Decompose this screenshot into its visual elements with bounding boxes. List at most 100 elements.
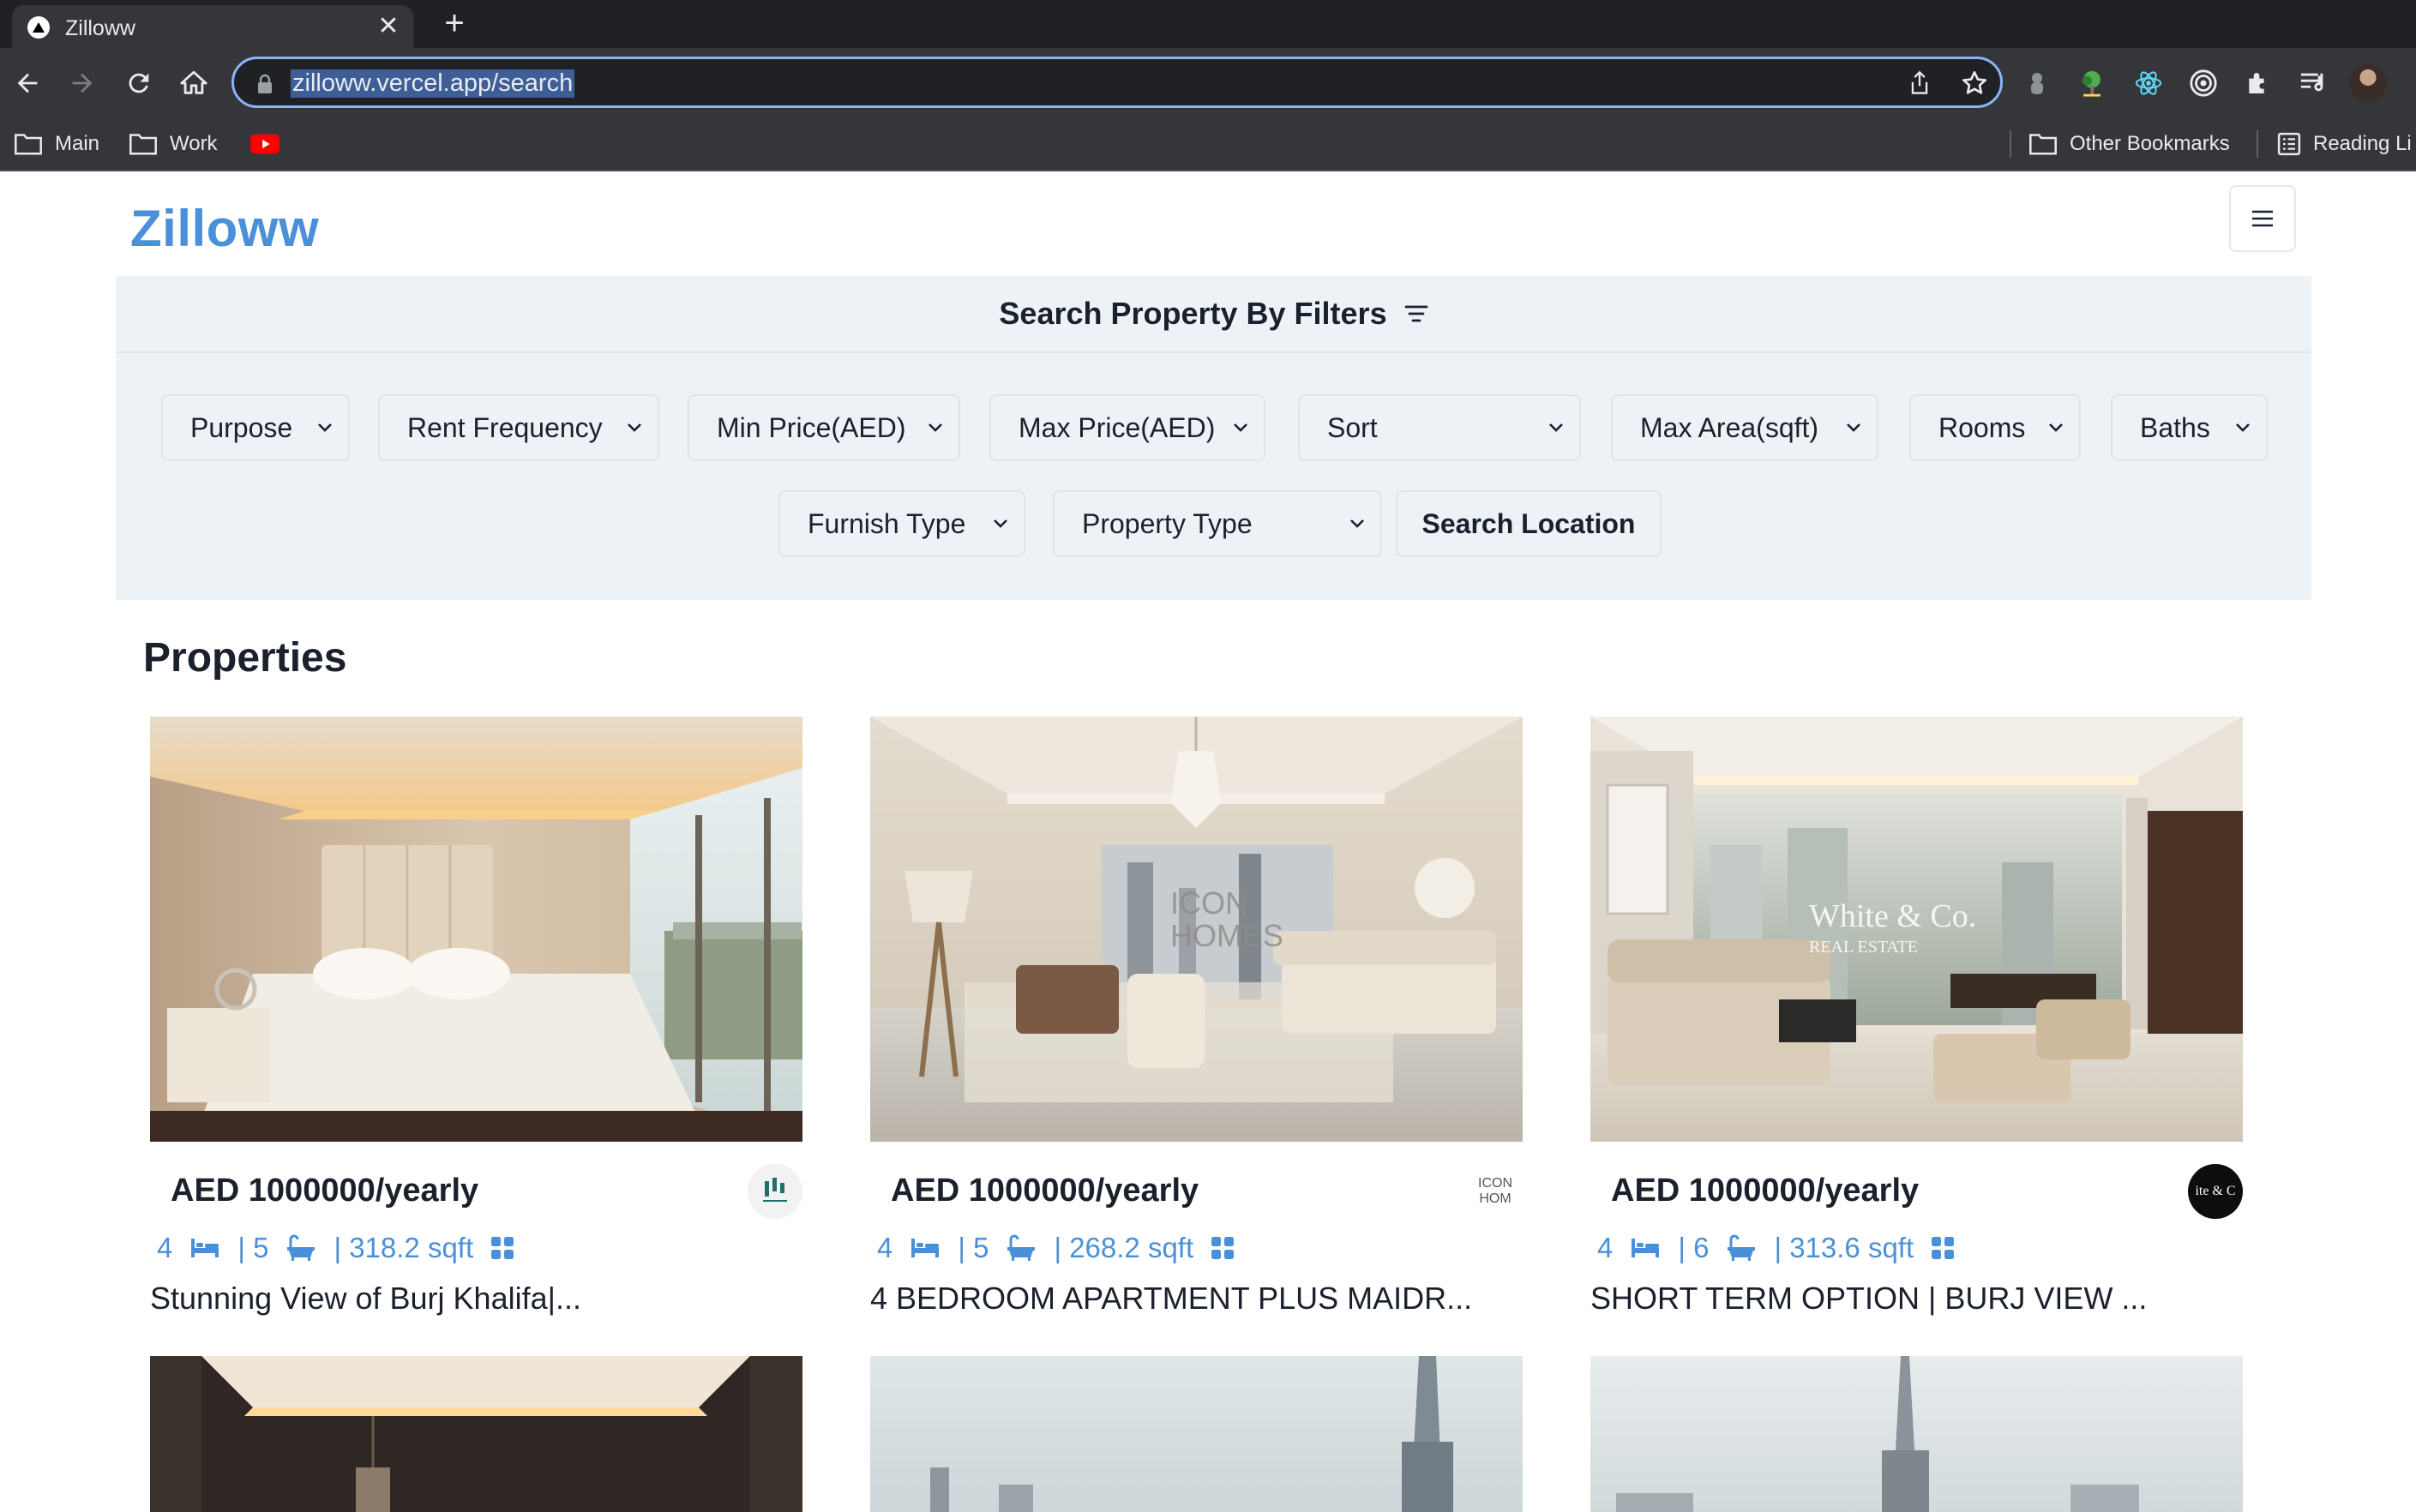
- watermark-icon-homes-line1: ICON: [1170, 885, 1247, 921]
- rooms-count: 4: [157, 1232, 173, 1263]
- agency-logo: ICON HOM: [1468, 1164, 1523, 1219]
- baths-count: | 5: [237, 1232, 269, 1263]
- rooms-count: 4: [877, 1232, 893, 1263]
- chevron-down-icon: [628, 423, 641, 432]
- baths-select[interactable]: Baths: [2111, 394, 2268, 461]
- bed-icon: [191, 1239, 219, 1257]
- url-text[interactable]: zilloww.vercel.app/search: [291, 69, 575, 98]
- property-price: AED 1000000/yearly: [891, 1173, 1199, 1209]
- back-icon[interactable]: [7, 63, 48, 104]
- youtube-icon: [250, 134, 279, 154]
- hamburger-icon: [2252, 210, 2273, 227]
- address-bar[interactable]: zilloww.vercel.app/search: [231, 57, 2003, 108]
- bookmark-folder-work[interactable]: Work: [129, 129, 218, 159]
- property-type-label: Property Type: [1082, 507, 1253, 539]
- property-price: AED 1000000/yearly: [171, 1173, 479, 1209]
- close-tab-icon[interactable]: ✕: [376, 14, 401, 39]
- furnish-type-label: Furnish Type: [808, 507, 966, 539]
- property-card-photo-partial[interactable]: [1590, 1356, 2243, 1512]
- baths-label: Baths: [2140, 411, 2210, 443]
- bookmark-main-label: Main: [55, 132, 100, 155]
- rooms-count: 4: [1597, 1232, 1614, 1263]
- agency-logo-line1: ICON: [1478, 1176, 1512, 1191]
- browser-tab[interactable]: Zilloww ✕: [12, 5, 413, 48]
- tree-extension-icon[interactable]: [2075, 66, 2109, 100]
- property-stats: 4 | 5 | 318.2 sqft: [157, 1231, 532, 1265]
- reload-icon[interactable]: [118, 63, 159, 104]
- filter-icon: [1404, 305, 1427, 322]
- reading-list-button[interactable]: Reading Li: [2277, 129, 2412, 159]
- new-tab-button[interactable]: +: [439, 6, 470, 40]
- max-area-label: Max Area(sqft): [1640, 411, 1819, 443]
- chevron-down-icon: [1847, 423, 1860, 432]
- reading-list-icon: [2277, 132, 2301, 156]
- target-extension-icon[interactable]: [2186, 66, 2221, 100]
- extensions-puzzle-icon[interactable]: [2241, 66, 2275, 100]
- home-icon[interactable]: [173, 63, 214, 104]
- watermark-white-co: White & Co.: [1809, 898, 1976, 934]
- rooms-select[interactable]: Rooms: [1909, 394, 2081, 461]
- baths-count: | 6: [1678, 1232, 1710, 1263]
- vercel-favicon-icon: [27, 16, 50, 39]
- bed-icon: [1632, 1239, 1660, 1257]
- purpose-label: Purpose: [190, 411, 293, 443]
- min-price-select[interactable]: Min Price(AED): [688, 394, 960, 461]
- chevron-down-icon: [2236, 423, 2250, 432]
- rent-frequency-select[interactable]: Rent Frequency: [378, 394, 659, 461]
- bookmarks-bar: Main Work Other Bookmarks Reading Li: [0, 118, 2416, 171]
- bed-icon: [911, 1239, 940, 1257]
- agency-logo-line2: HOM: [1479, 1191, 1512, 1206]
- filters-panel: Search Property By Filters Purpose Rent …: [116, 276, 2311, 600]
- sort-select[interactable]: Sort: [1298, 394, 1581, 461]
- property-title: 4 BEDROOM APARTMENT PLUS MAIDR...: [870, 1281, 1473, 1316]
- bookmarks-separator: [2257, 130, 2258, 158]
- chevron-down-icon: [994, 519, 1007, 528]
- bookmark-folder-main[interactable]: Main: [14, 129, 99, 159]
- bookmark-youtube[interactable]: [250, 129, 291, 159]
- tab-title: Zilloww: [65, 16, 135, 40]
- folder-icon: [129, 134, 157, 155]
- hamburger-menu-button[interactable]: [2229, 185, 2296, 252]
- property-card-photo-partial[interactable]: [870, 1356, 1523, 1512]
- lock-icon[interactable]: [256, 74, 273, 99]
- property-stats: 4 | 5 | 268.2 sqft: [877, 1231, 1252, 1265]
- grid-area-icon: [1211, 1237, 1235, 1259]
- max-price-label: Max Price(AED): [1019, 411, 1216, 443]
- extension-gray-icon[interactable]: [2020, 66, 2054, 100]
- property-price: AED 1000000/yearly: [1611, 1173, 1920, 1209]
- property-title: Stunning View of Burj Khalifa|...: [150, 1281, 581, 1316]
- react-devtools-icon[interactable]: [2131, 66, 2166, 100]
- chevron-down-icon: [1549, 423, 1563, 432]
- bathtub-icon: [287, 1234, 316, 1261]
- browser-toolbar: zilloww.vercel.app/search: [0, 48, 2416, 118]
- max-area-select[interactable]: Max Area(sqft): [1611, 394, 1878, 461]
- search-location-button[interactable]: Search Location: [1396, 490, 1662, 557]
- max-price-select[interactable]: Max Price(AED): [989, 394, 1265, 461]
- share-icon[interactable]: [1904, 68, 1935, 99]
- filters-header[interactable]: Search Property By Filters: [116, 276, 2311, 353]
- area-value: | 313.6 sqft: [1774, 1232, 1914, 1263]
- property-photo-bedroom[interactable]: [150, 717, 802, 1142]
- media-queue-icon[interactable]: [2296, 66, 2330, 100]
- area-value: | 268.2 sqft: [1054, 1232, 1194, 1263]
- property-card-photo-partial[interactable]: [150, 1356, 802, 1512]
- agency-logo-text: ite & C: [2195, 1184, 2236, 1198]
- min-price-label: Min Price(AED): [717, 411, 906, 443]
- bookmark-work-label: Work: [170, 132, 218, 155]
- property-photo-living-room[interactable]: ICON HOMES: [870, 717, 1523, 1142]
- bookmark-star-icon[interactable]: [1959, 68, 1990, 99]
- purpose-select[interactable]: Purpose: [161, 394, 350, 461]
- rent-frequency-label: Rent Frequency: [407, 411, 603, 443]
- folder-icon: [15, 134, 42, 155]
- property-photo-lounge[interactable]: White & Co. REAL ESTATE: [1590, 717, 2243, 1142]
- brand-logo-link[interactable]: Zilloww: [130, 199, 319, 258]
- bathtub-icon: [1728, 1234, 1756, 1261]
- furnish-type-select[interactable]: Furnish Type: [778, 490, 1025, 557]
- agency-logo: [748, 1164, 802, 1219]
- profile-avatar[interactable]: [2349, 64, 2387, 102]
- bookmark-other-bookmarks[interactable]: Other Bookmarks: [2028, 129, 2230, 159]
- forward-icon[interactable]: [62, 63, 103, 104]
- grid-area-icon: [1932, 1237, 1955, 1259]
- sort-label: Sort: [1327, 411, 1378, 443]
- property-type-select[interactable]: Property Type: [1053, 490, 1382, 557]
